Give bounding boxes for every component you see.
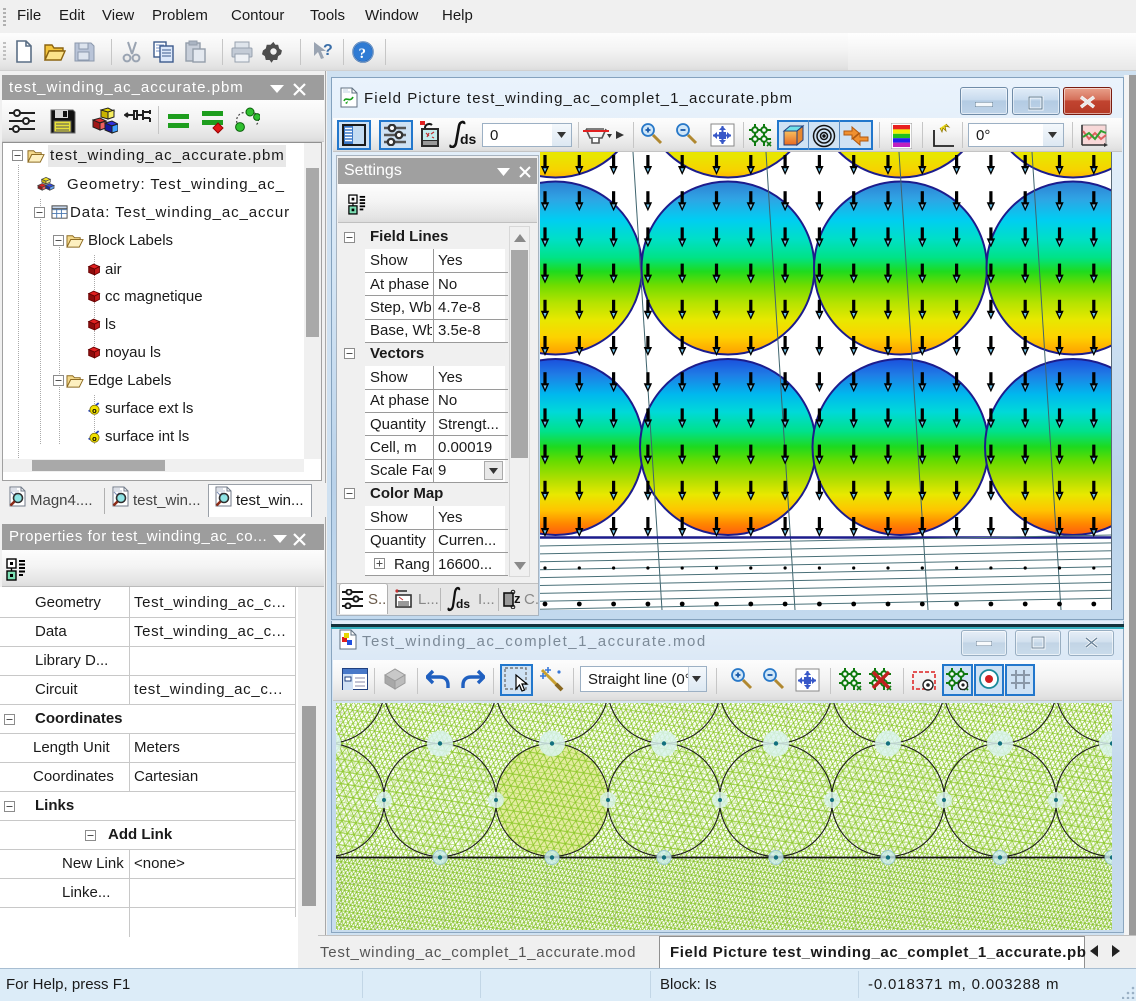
svg-text:z: z: [514, 591, 521, 606]
svg-text:ds: ds: [460, 131, 477, 147]
svg-text:?: ?: [359, 46, 367, 62]
svg-text:ds: ds: [456, 597, 470, 611]
svg-text:?: ?: [323, 42, 333, 59]
svg-text:o: o: [92, 434, 97, 443]
svg-text:o: o: [92, 406, 97, 415]
